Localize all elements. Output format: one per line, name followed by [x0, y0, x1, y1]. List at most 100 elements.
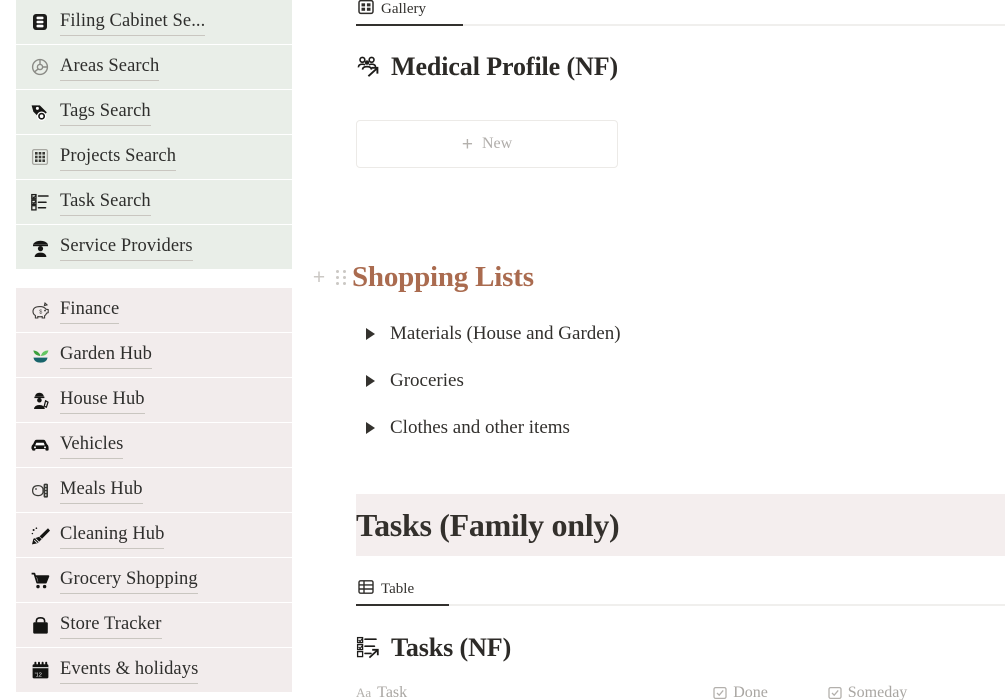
tab-table[interactable]: Table	[356, 579, 418, 604]
sidebar-item-events-holidays[interactable]: '12 Events & holidays	[16, 648, 292, 692]
tab-gallery[interactable]: Gallery	[356, 0, 430, 24]
toggle-clothes[interactable]: Clothes and other items	[356, 404, 956, 451]
sidebar-item-house-hub[interactable]: House Hub	[16, 378, 292, 422]
sidebar-item-label: Tags Search	[60, 98, 151, 126]
sidebar-item-label: Vehicles	[60, 431, 123, 459]
shopping-bag-icon	[29, 614, 51, 636]
new-gallery-item-button[interactable]: + New	[356, 120, 618, 168]
sidebar: Filing Cabinet Se... Areas Search Tags S…	[0, 0, 300, 700]
sidebar-item-garden-hub[interactable]: Garden Hub	[16, 333, 292, 377]
sidebar-item-vehicles[interactable]: Vehicles	[16, 423, 292, 467]
column-header-done[interactable]: Done	[713, 684, 828, 700]
tasks-db-title[interactable]: Tasks (NF)	[356, 633, 511, 663]
sidebar-item-label: Filing Cabinet Se...	[60, 8, 205, 36]
medical-profile-title-text: Medical Profile (NF)	[391, 52, 618, 82]
toggle-label: Clothes and other items	[390, 417, 570, 439]
linked-people-icon	[356, 54, 382, 80]
tab-gallery-label: Gallery	[381, 1, 426, 18]
sidebar-item-label: Service Providers	[60, 233, 193, 261]
checkbox-icon	[713, 686, 727, 700]
sidebar-item-filing-cabinet-search[interactable]: Filing Cabinet Se...	[16, 0, 292, 44]
triangle-right-icon[interactable]	[356, 328, 390, 340]
meals-icon	[29, 479, 51, 501]
column-header-task[interactable]: Aa Task	[356, 684, 713, 700]
sidebar-item-grocery-shopping[interactable]: Grocery Shopping	[16, 558, 292, 602]
gallery-grid-icon	[358, 0, 374, 20]
sidebar-item-areas-search[interactable]: Areas Search	[16, 45, 292, 89]
projects-grid-icon	[29, 146, 51, 168]
main-content: Gallery Medical Pro	[300, 0, 1005, 700]
sidebar-item-meals-hub[interactable]: Meals Hub	[16, 468, 292, 512]
gallery-row: + New	[356, 120, 618, 168]
calendar-icon: '12	[29, 659, 51, 681]
sidebar-item-store-tracker[interactable]: Store Tracker	[16, 603, 292, 647]
sidebar-item-label: Grocery Shopping	[60, 566, 198, 594]
app-window: Filing Cabinet Se... Areas Search Tags S…	[0, 0, 1005, 700]
task-list-icon	[29, 191, 51, 213]
sidebar-item-label: Meals Hub	[60, 476, 143, 504]
broom-icon	[29, 524, 51, 546]
column-header-label: Done	[733, 684, 768, 700]
filing-cabinet-icon	[29, 11, 51, 33]
sidebar-item-label: Areas Search	[60, 53, 159, 81]
triangle-right-icon[interactable]	[356, 375, 390, 387]
medical-view-tabs: Gallery	[356, 0, 1005, 26]
sidebar-item-label: Task Search	[60, 188, 151, 216]
service-providers-icon	[29, 236, 51, 258]
shopping-lists-heading-row: + Shopping Lists	[308, 262, 534, 294]
svg-text:$: $	[39, 309, 42, 315]
plus-icon: +	[462, 135, 473, 154]
tasks-family-banner: Tasks (Family only)	[356, 494, 1005, 556]
sidebar-item-label: Projects Search	[60, 143, 176, 171]
svg-text:'12: '12	[34, 672, 41, 678]
sidebar-group-divider	[16, 269, 300, 288]
tag-search-icon	[29, 101, 51, 123]
toggle-label: Materials (House and Garden)	[390, 323, 621, 345]
sidebar-group-search: Filing Cabinet Se... Areas Search Tags S…	[16, 0, 300, 269]
shopping-cart-icon	[29, 569, 51, 591]
column-header-label: Someday	[848, 684, 908, 700]
active-tab-indicator	[356, 24, 463, 26]
sidebar-item-finance[interactable]: $ Finance	[16, 288, 292, 332]
medical-tab-rule	[356, 24, 1005, 26]
sidebar-item-label: Finance	[60, 296, 119, 324]
title-text-icon: Aa	[356, 685, 371, 700]
column-header-label: Task	[377, 684, 407, 700]
shopping-toggle-list: Materials (House and Garden) Groceries C…	[356, 310, 956, 451]
tasks-table-header: Aa Task Done Someday	[356, 684, 956, 700]
sidebar-item-label: House Hub	[60, 386, 145, 414]
checkbox-icon	[828, 686, 842, 700]
sidebar-item-label: Cleaning Hub	[60, 521, 164, 549]
sidebar-item-label: Garden Hub	[60, 341, 152, 369]
drag-handle-icon[interactable]	[330, 270, 352, 285]
triangle-right-icon[interactable]	[356, 422, 390, 434]
house-worker-icon	[29, 389, 51, 411]
seedling-icon	[29, 344, 51, 366]
sidebar-group-hubs: $ Finance Garden Hub House Hub	[16, 288, 300, 692]
active-tab-indicator	[356, 604, 449, 606]
tasks-banner-title: Tasks (Family only)	[356, 507, 619, 544]
medical-profile-title[interactable]: Medical Profile (NF)	[356, 52, 618, 82]
add-block-button[interactable]: +	[308, 267, 330, 288]
toggle-label: Groceries	[390, 370, 464, 392]
column-header-someday[interactable]: Someday	[828, 684, 956, 700]
sidebar-item-tags-search[interactable]: Tags Search	[16, 90, 292, 134]
shopping-lists-heading: Shopping Lists	[352, 262, 534, 294]
tasks-view-tabs: Table	[356, 576, 1005, 606]
toggle-groceries[interactable]: Groceries	[356, 357, 956, 404]
new-label: New	[482, 135, 512, 153]
sidebar-item-task-search[interactable]: Task Search	[16, 180, 292, 224]
tasks-db-title-text: Tasks (NF)	[391, 633, 511, 663]
linked-task-icon	[356, 635, 382, 661]
sidebar-item-label: Events & holidays	[60, 656, 198, 684]
sidebar-item-label: Store Tracker	[60, 611, 162, 639]
sidebar-item-projects-search[interactable]: Projects Search	[16, 135, 292, 179]
sidebar-item-cleaning-hub[interactable]: Cleaning Hub	[16, 513, 292, 557]
areas-target-icon	[29, 56, 51, 78]
piggy-bank-icon: $	[29, 299, 51, 321]
tab-table-label: Table	[381, 581, 414, 598]
sidebar-item-service-providers[interactable]: Service Providers	[16, 225, 292, 269]
car-icon	[29, 434, 51, 456]
toggle-materials[interactable]: Materials (House and Garden)	[356, 310, 956, 357]
table-grid-icon	[358, 579, 374, 600]
